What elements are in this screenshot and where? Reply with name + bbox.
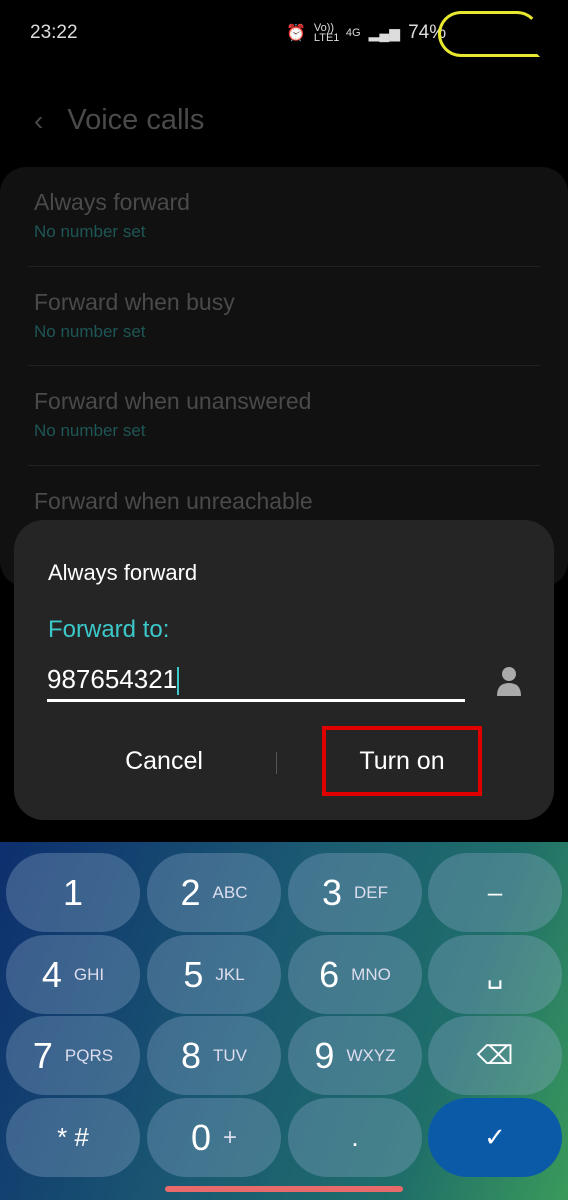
input-value: 987654321	[47, 664, 178, 694]
volte-indicator: Vo)) LTE1	[313, 22, 340, 44]
key-9[interactable]: 9 WXYZ	[288, 1016, 422, 1095]
key-4[interactable]: 4 GHI	[6, 935, 140, 1014]
list-item-forward-busy[interactable]: Forward when busy No number set	[34, 289, 534, 342]
item-title: Forward when busy	[34, 289, 235, 315]
button-separator	[276, 752, 277, 774]
turn-on-button[interactable]: Turn on	[322, 726, 482, 796]
navigation-handle[interactable]	[165, 1186, 403, 1192]
divider	[28, 465, 540, 466]
key-letters: PQRS	[64, 1045, 114, 1065]
key-letters: DEF	[354, 882, 389, 902]
network-type: 4G	[345, 27, 361, 39]
key-0[interactable]: 0 +	[147, 1098, 281, 1177]
key-star-hash[interactable]: * #	[6, 1098, 140, 1177]
item-title: Always forward	[34, 189, 190, 215]
always-forward-dialog: Always forward Forward to: 987654321 Can…	[14, 520, 554, 820]
key-letters: +	[223, 1123, 238, 1151]
numeric-keypad: 1 2 ABC 3 DEF – 4 GHI 5 JKL 6 MNO ␣ 7 PQRS 8 TUV 9 WXYZ ⌫ * …	[0, 842, 568, 1200]
page-title: Voice calls	[67, 104, 205, 136]
key-backspace[interactable]: ⌫	[428, 1016, 562, 1095]
person-icon[interactable]	[496, 666, 522, 696]
key-digit: 6	[319, 953, 340, 995]
list-item-always-forward[interactable]: Always forward No number set	[34, 189, 534, 242]
signal-icon: ▂▄▆	[368, 24, 401, 41]
key-digit: 5	[183, 953, 204, 995]
forward-number-input[interactable]: 987654321	[47, 660, 465, 702]
status-bar: 23:22 ⏰ Vo)) LTE1 4G ▂▄▆ 74%	[0, 0, 568, 70]
key-digit: 4	[41, 953, 62, 995]
key-letters: MNO	[351, 964, 391, 984]
key-7[interactable]: 7 PQRS	[6, 1016, 140, 1095]
key-8[interactable]: 8 TUV	[147, 1016, 281, 1095]
key-digit: ⌫	[476, 1040, 514, 1070]
key-letters: JKL	[215, 964, 245, 984]
key-letters: ABC	[212, 882, 248, 902]
camera-cutout-annotation	[438, 11, 540, 57]
forward-to-label: Forward to:	[48, 616, 170, 643]
key-digit: .	[351, 1122, 359, 1152]
key-digit: ✓	[484, 1122, 506, 1152]
app-header: ‹ Voice calls	[34, 104, 204, 137]
key-digit: 1	[62, 871, 84, 913]
key-letters: TUV	[213, 1045, 248, 1065]
key-digit: ␣	[486, 959, 504, 989]
key-letters: GHI	[73, 964, 105, 984]
divider	[28, 365, 540, 366]
item-title: Forward when unanswered	[34, 388, 312, 414]
cancel-button[interactable]: Cancel	[74, 726, 254, 796]
key-5[interactable]: 5 JKL	[147, 935, 281, 1014]
list-item-forward-unreachable[interactable]: Forward when unreachable	[34, 488, 534, 515]
key-letters: WXYZ	[346, 1045, 396, 1065]
key-1[interactable]: 1	[6, 853, 140, 932]
item-title: Forward when unreachable	[34, 488, 313, 514]
key-done[interactable]: ✓	[428, 1098, 562, 1177]
key-digit: 2	[180, 871, 201, 913]
key-dot[interactable]: .	[288, 1098, 422, 1177]
key-6[interactable]: 6 MNO	[288, 935, 422, 1014]
divider	[28, 266, 540, 267]
dialog-title: Always forward	[48, 560, 198, 585]
key-digit: 3	[321, 871, 343, 913]
list-item-forward-unanswered[interactable]: Forward when unanswered No number set	[34, 388, 534, 441]
key-digit: –	[487, 877, 503, 907]
back-button[interactable]: ‹	[34, 105, 43, 137]
key-digit: 8	[180, 1034, 202, 1076]
key-dash[interactable]: –	[428, 853, 562, 932]
clock: 23:22	[30, 22, 78, 43]
alarm-icon: ⏰	[286, 25, 306, 42]
key-3[interactable]: 3 DEF	[288, 853, 422, 932]
item-subtitle: No number set	[34, 421, 146, 440]
key-2[interactable]: 2 ABC	[147, 853, 281, 932]
item-subtitle: No number set	[34, 222, 146, 241]
key-digit: 7	[32, 1034, 53, 1076]
item-subtitle: No number set	[34, 322, 146, 341]
key-digit: 9	[314, 1034, 335, 1076]
text-caret	[177, 667, 180, 696]
key-space[interactable]: ␣	[428, 935, 562, 1014]
key-digit: * #	[57, 1122, 89, 1152]
key-digit: 0	[190, 1116, 211, 1158]
